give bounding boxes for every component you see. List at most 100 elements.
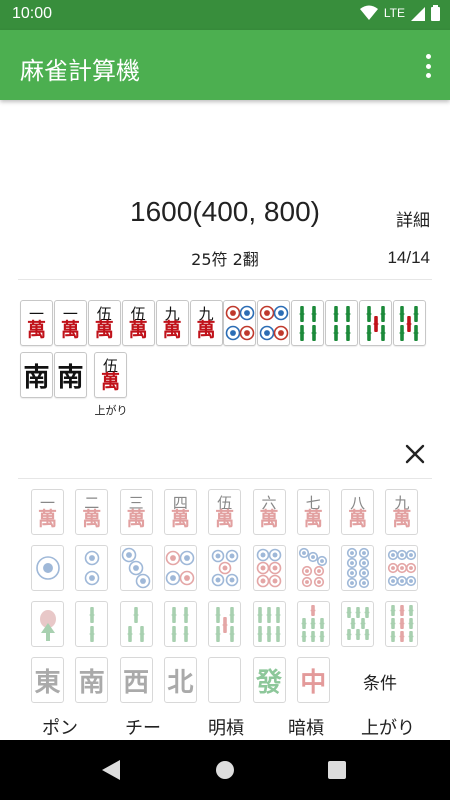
sou-sticks bbox=[171, 607, 189, 642]
palette-honor-tile[interactable]: 北 bbox=[163, 657, 197, 703]
fu-han-text: 25符 2翻 bbox=[191, 250, 259, 269]
palette-sou-tile[interactable] bbox=[296, 601, 330, 647]
palette-sou-tile[interactable] bbox=[75, 601, 109, 647]
battery-icon bbox=[431, 5, 440, 21]
hand-tile[interactable]: 伍萬 bbox=[87, 300, 121, 346]
recents-icon[interactable] bbox=[328, 761, 346, 779]
hand-tile[interactable]: 九萬 bbox=[189, 300, 223, 346]
man-glyph: 伍萬 bbox=[100, 356, 120, 393]
man-glyph: 四萬 bbox=[170, 493, 190, 530]
palette-sou-tile[interactable] bbox=[341, 601, 375, 647]
pin-pips bbox=[211, 549, 238, 587]
palette-pin-tile[interactable] bbox=[341, 545, 375, 591]
signal-icon bbox=[411, 7, 425, 21]
pin-pips bbox=[387, 549, 416, 587]
pin-pips bbox=[299, 547, 328, 588]
palette-pin-tile[interactable] bbox=[252, 545, 286, 591]
palette-pin-tile[interactable] bbox=[296, 545, 330, 591]
agari-button[interactable]: 上がり bbox=[348, 714, 428, 740]
pin-pips bbox=[121, 547, 151, 589]
man-glyph: 二萬 bbox=[82, 493, 102, 530]
hand-tile[interactable]: 南 bbox=[20, 352, 53, 398]
hand-tile[interactable]: 一萬 bbox=[20, 300, 53, 346]
status-icons: LTE bbox=[359, 5, 440, 21]
palette-man-tile[interactable]: 七萬 bbox=[296, 489, 330, 535]
sou-sticks bbox=[127, 607, 145, 642]
palette-sou-tile[interactable] bbox=[163, 601, 197, 647]
pin-pips bbox=[256, 548, 282, 588]
palette-honor-tile[interactable]: 中 bbox=[296, 657, 330, 703]
palette-man-tile[interactable]: 九萬 bbox=[385, 489, 419, 535]
hand-tile[interactable] bbox=[257, 300, 291, 346]
hand-tile[interactable] bbox=[359, 300, 392, 346]
pin-pips bbox=[35, 556, 60, 580]
honor-glyph: 南 bbox=[23, 362, 50, 393]
man-glyph: 一萬 bbox=[37, 493, 57, 530]
man-glyph: 九萬 bbox=[392, 493, 412, 530]
palette-honor-tile[interactable]: 西 bbox=[119, 657, 153, 703]
palette-man-tile[interactable]: 八萬 bbox=[341, 489, 375, 535]
palette-pin-tile[interactable] bbox=[31, 545, 64, 591]
man-glyph: 三萬 bbox=[126, 493, 146, 530]
honor-glyph: 北 bbox=[167, 667, 194, 698]
pin-pips bbox=[225, 305, 255, 341]
sou-sticks bbox=[39, 610, 56, 641]
ankan-button[interactable]: 暗槓 bbox=[266, 714, 346, 740]
winning-tile[interactable]: 伍萬 bbox=[94, 352, 127, 398]
palette-sou-tile[interactable] bbox=[119, 601, 153, 647]
home-icon[interactable] bbox=[215, 760, 235, 780]
status-time: 10:00 bbox=[12, 5, 53, 22]
score-text: 1600(400, 800) bbox=[130, 196, 320, 227]
hand-tile[interactable] bbox=[325, 300, 359, 346]
more-vert-icon[interactable] bbox=[420, 54, 436, 78]
pin-pips bbox=[346, 547, 369, 589]
palette-man-tile[interactable]: 四萬 bbox=[163, 489, 197, 535]
honor-glyph: 西 bbox=[123, 667, 150, 698]
palette-man-tile[interactable]: 伍萬 bbox=[208, 489, 242, 535]
conditions-button[interactable]: 条件 bbox=[352, 669, 408, 694]
palette-man-tile[interactable]: 一萬 bbox=[31, 489, 64, 535]
pon-button[interactable]: ポン bbox=[20, 714, 100, 740]
palette-sou-tile[interactable] bbox=[31, 601, 64, 647]
app-title: 麻雀計算機 bbox=[20, 57, 140, 85]
palette-honor-tile[interactable] bbox=[208, 657, 242, 703]
man-glyph: 伍萬 bbox=[94, 304, 114, 341]
man-glyph: 九萬 bbox=[162, 304, 182, 341]
hand-tile[interactable] bbox=[291, 300, 325, 346]
hand-tile[interactable]: 一萬 bbox=[53, 300, 87, 346]
detail-button[interactable]: 詳細 bbox=[396, 206, 430, 231]
palette-sou-tile[interactable] bbox=[385, 601, 419, 647]
palette-pin-tile[interactable] bbox=[75, 545, 109, 591]
palette-pin-tile[interactable] bbox=[385, 545, 419, 591]
palette-honor-tile[interactable]: 東 bbox=[31, 657, 64, 703]
hand-tile[interactable]: 九萬 bbox=[155, 300, 189, 346]
close-icon[interactable] bbox=[404, 443, 426, 465]
man-glyph: 七萬 bbox=[303, 493, 323, 530]
back-icon[interactable] bbox=[100, 760, 122, 780]
man-glyph: 六萬 bbox=[259, 493, 279, 530]
chi-button[interactable]: チー bbox=[103, 714, 183, 740]
palette-man-tile[interactable]: 二萬 bbox=[75, 489, 109, 535]
hand-tile[interactable]: 伍萬 bbox=[121, 300, 155, 346]
man-glyph: 伍萬 bbox=[128, 304, 148, 341]
pin-pips bbox=[84, 550, 100, 586]
palette-honor-tile[interactable]: 南 bbox=[75, 657, 109, 703]
hand-tile[interactable]: 南 bbox=[54, 352, 87, 398]
hand-tile[interactable] bbox=[223, 300, 257, 346]
honor-glyph: 發 bbox=[255, 667, 282, 698]
palette-honor-tile[interactable]: 發 bbox=[252, 657, 286, 703]
sou-sticks bbox=[301, 605, 325, 642]
palette-man-tile[interactable]: 六萬 bbox=[252, 489, 286, 535]
palette-pin-tile[interactable] bbox=[163, 545, 197, 591]
status-bar: 10:00 LTE bbox=[0, 0, 450, 30]
man-glyph: 一萬 bbox=[26, 304, 46, 341]
sou-sticks bbox=[399, 306, 419, 341]
palette-pin-tile[interactable] bbox=[208, 545, 242, 591]
palette-man-tile[interactable]: 三萬 bbox=[119, 489, 153, 535]
palette-sou-tile[interactable] bbox=[208, 601, 242, 647]
hand-tile[interactable] bbox=[392, 300, 426, 346]
minkan-button[interactable]: 明槓 bbox=[186, 714, 266, 740]
divider bbox=[18, 279, 432, 280]
palette-sou-tile[interactable] bbox=[252, 601, 286, 647]
palette-pin-tile[interactable] bbox=[119, 545, 153, 591]
